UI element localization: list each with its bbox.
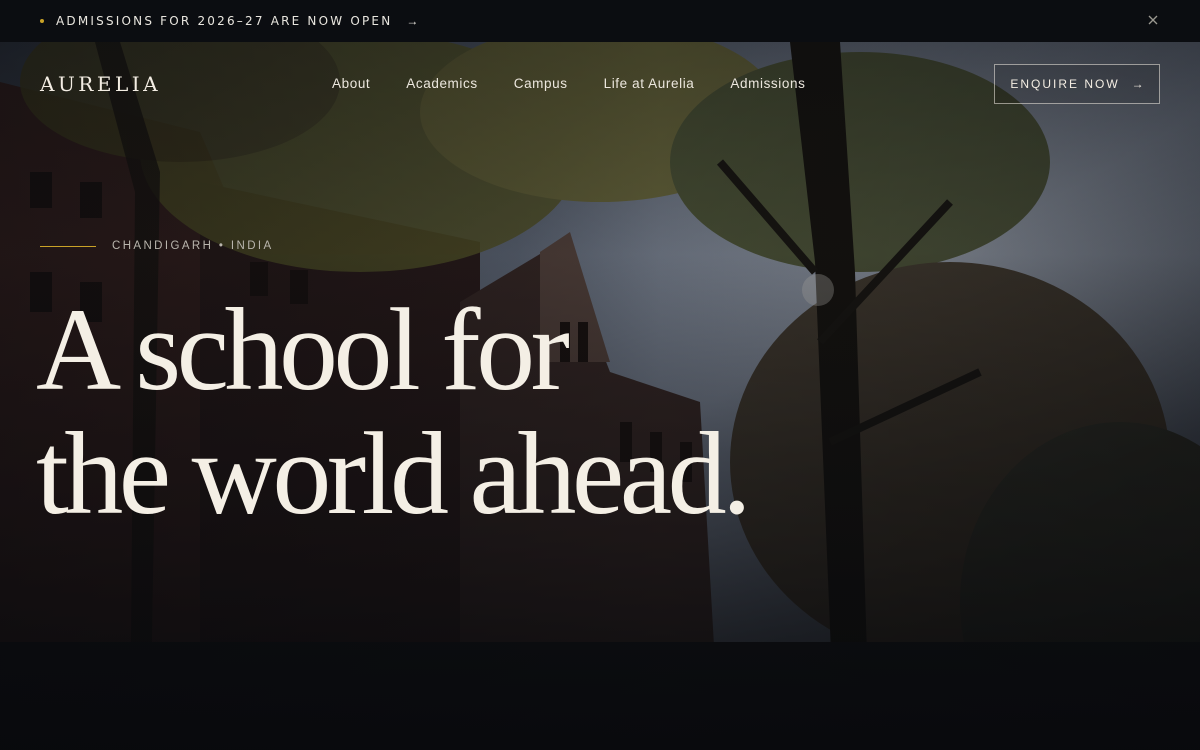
announcement-bar[interactable]: ADMISSIONS FOR 2026–27 ARE NOW OPEN → — [0, 0, 1200, 42]
site-logo[interactable]: AURELIA — [40, 72, 161, 96]
nav-item-admissions[interactable]: Admissions — [730, 76, 805, 91]
arrow-right-icon[interactable]: → — [406, 14, 418, 28]
hero-headline: A school for the world ahead. — [36, 284, 752, 539]
close-icon[interactable] — [1146, 13, 1160, 27]
nav-item-life-at-aurelia[interactable]: Life at Aurelia — [604, 76, 695, 91]
headline-line-1: A school for — [36, 284, 570, 415]
location-text: CHANDIGARH • INDIA — [112, 240, 274, 252]
enquire-now-button[interactable]: ENQUIRE NOW → — [994, 64, 1160, 104]
headline-line-2: the world ahead. — [36, 408, 752, 539]
location-eyebrow: CHANDIGARH • INDIA — [40, 240, 274, 252]
nav-item-about[interactable]: About — [332, 76, 370, 91]
announcement-dot — [40, 19, 44, 23]
nav-item-campus[interactable]: Campus — [514, 76, 568, 91]
nav-menu: About Academics Campus Life at Aurelia A… — [332, 76, 805, 91]
arrow-right-icon: → — [1131, 77, 1144, 91]
announcement-text[interactable]: ADMISSIONS FOR 2026–27 ARE NOW OPEN — [56, 14, 392, 28]
main-navigation: AURELIA About Academics Campus Life at A… — [0, 42, 1200, 126]
nav-item-academics[interactable]: Academics — [406, 76, 477, 91]
eyebrow-rule — [40, 245, 96, 247]
enquire-now-label: ENQUIRE NOW — [1010, 77, 1120, 91]
